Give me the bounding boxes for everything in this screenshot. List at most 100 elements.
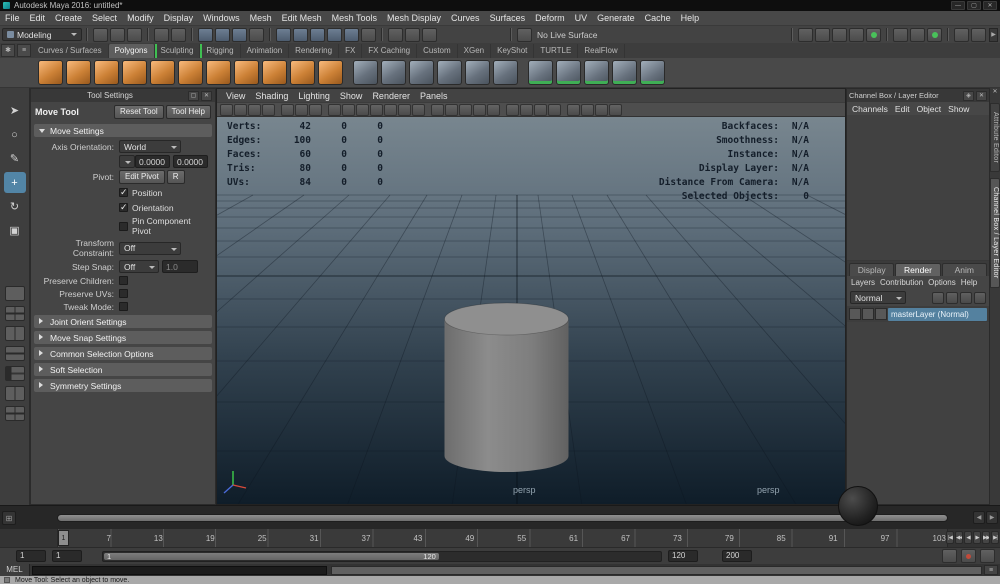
connect-icon[interactable] xyxy=(556,60,581,85)
redo-icon[interactable] xyxy=(171,28,186,42)
previous-key-button[interactable]: ◀◀ xyxy=(955,531,963,544)
safe-title-icon[interactable] xyxy=(412,104,425,116)
animation-preferences-icon[interactable] xyxy=(980,549,995,563)
menu-file[interactable]: File xyxy=(0,11,25,26)
layout-hypershade-persp-icon[interactable] xyxy=(5,406,25,421)
collapse-status-line-icon[interactable]: ▶ xyxy=(989,28,998,42)
poly-soccer-ball-icon[interactable] xyxy=(262,60,287,85)
menu-mesh-display[interactable]: Mesh Display xyxy=(382,11,446,26)
shelf-tab-polygons[interactable]: Polygons xyxy=(109,44,155,58)
position-checkbox[interactable] xyxy=(119,188,128,197)
open-render-view-icon[interactable] xyxy=(798,28,813,42)
viewport-menu-lighting[interactable]: Lighting xyxy=(293,91,335,101)
channel-box-layer-editor-tab[interactable]: Channel Box / Layer Editor xyxy=(990,178,1000,287)
axis-orientation-dropdown[interactable]: World xyxy=(119,140,181,153)
poly-cube-icon[interactable] xyxy=(66,60,91,85)
menu-edit[interactable]: Edit xyxy=(25,11,51,26)
character-set-icon[interactable] xyxy=(942,549,957,563)
shelf-tab-keyshot[interactable]: KeyShot xyxy=(491,44,534,58)
insert-edge-loop-icon[interactable] xyxy=(584,60,609,85)
help-menu[interactable]: Help xyxy=(961,278,977,287)
pin-icon[interactable]: ◈ xyxy=(963,91,974,101)
shadows-icon[interactable] xyxy=(487,104,500,116)
layer-visibility-icon[interactable] xyxy=(849,308,861,320)
layers-menu[interactable]: Layers xyxy=(851,278,875,287)
axis-x-field[interactable]: 0.0000 xyxy=(135,155,170,168)
lock-camera-icon[interactable] xyxy=(234,104,247,116)
highlight-selection-icon[interactable] xyxy=(249,28,264,42)
close-icon[interactable]: ✕ xyxy=(991,88,1000,97)
reset-tool-button[interactable]: Reset Tool xyxy=(114,105,164,119)
layout-two-stacked-icon[interactable] xyxy=(5,346,25,361)
layout-persp-outliner-icon[interactable] xyxy=(5,366,25,381)
soft-selection-section[interactable]: Soft Selection xyxy=(34,363,212,376)
shelf-tab-curves-surfaces[interactable]: Curves / Surfaces xyxy=(32,44,109,58)
lasso-tool-icon[interactable]: ○ xyxy=(4,124,26,145)
reset-pivot-button[interactable]: R xyxy=(167,170,185,184)
snap-curve-icon[interactable] xyxy=(293,28,308,42)
screen-space-ao-icon[interactable] xyxy=(506,104,519,116)
2d-pan-zoom-icon[interactable] xyxy=(295,104,308,116)
combine-icon[interactable] xyxy=(353,60,378,85)
menu-select[interactable]: Select xyxy=(87,11,122,26)
layout-four-view-icon[interactable] xyxy=(5,306,25,321)
next-key-button[interactable]: ▶▶ xyxy=(982,531,990,544)
empty-layer-icon[interactable] xyxy=(960,292,972,304)
sculpt-shelf-icon[interactable] xyxy=(954,28,969,42)
shelf-gear-icon[interactable]: ✱ xyxy=(1,44,15,57)
step-snap-dropdown[interactable]: Off xyxy=(119,260,159,273)
edit-pivot-button[interactable]: Edit Pivot xyxy=(119,170,165,184)
launch-hypershade-icon[interactable] xyxy=(866,28,881,42)
menu-uv[interactable]: UV xyxy=(570,11,593,26)
object-menu[interactable]: Object xyxy=(917,104,942,114)
image-plane-icon[interactable] xyxy=(281,104,294,116)
shelf-tab-custom[interactable]: Custom xyxy=(417,44,458,58)
select-camera-icon[interactable] xyxy=(220,104,233,116)
menu-generate[interactable]: Generate xyxy=(592,11,640,26)
xray-icon[interactable] xyxy=(581,104,594,116)
select-object-icon[interactable] xyxy=(215,28,230,42)
shelf-tab-fx[interactable]: FX xyxy=(339,44,362,58)
boolean-union-icon[interactable] xyxy=(437,60,462,85)
scroll-left-icon[interactable]: ◀ xyxy=(973,511,985,524)
exposure-icon[interactable] xyxy=(595,104,608,116)
film-gate-icon[interactable] xyxy=(342,104,355,116)
layer-name[interactable]: masterLayer (Normal) xyxy=(888,308,987,321)
go-to-start-button[interactable]: |◀ xyxy=(946,531,954,544)
paint-select-tool-icon[interactable]: ✎ xyxy=(4,148,26,169)
move-tool-icon[interactable]: + xyxy=(4,172,26,193)
playback-start-field[interactable]: 1 xyxy=(52,550,82,562)
close-icon[interactable]: ✕ xyxy=(976,91,987,101)
poly-super-shape-icon[interactable] xyxy=(318,60,343,85)
render-settings-icon[interactable] xyxy=(849,28,864,42)
render-layer-row[interactable]: masterLayer (Normal) xyxy=(847,306,989,322)
shaded-icon[interactable] xyxy=(445,104,458,116)
float-panel-icon[interactable]: ▢ xyxy=(188,91,199,101)
offset-edge-loop-icon[interactable] xyxy=(612,60,637,85)
poly-cylinder-icon[interactable] xyxy=(94,60,119,85)
bookmark-icon[interactable] xyxy=(262,104,275,116)
viewport-menu-panels[interactable]: Panels xyxy=(415,91,453,101)
poly-plane-icon[interactable] xyxy=(178,60,203,85)
layout-two-side-by-side-icon[interactable] xyxy=(5,326,25,341)
blend-mode-dropdown[interactable]: Normal xyxy=(850,291,906,304)
current-frame-marker[interactable]: 1 xyxy=(58,530,69,546)
contribution-menu[interactable]: Contribution xyxy=(880,278,923,287)
select-tool-icon[interactable]: ➤ xyxy=(4,100,26,121)
xgen-shelf-icon[interactable] xyxy=(971,28,986,42)
options-menu[interactable]: Options xyxy=(928,278,956,287)
resolution-gate-icon[interactable] xyxy=(356,104,369,116)
move-layer-down-icon[interactable] xyxy=(946,292,958,304)
move-layer-up-icon[interactable] xyxy=(932,292,944,304)
range-end-handle[interactable]: 120 xyxy=(423,553,436,560)
time-slider-track[interactable]: 1 7 13 19 25 31 37 43 49 55 61 67 73 79 … xyxy=(57,529,948,547)
move-settings-section[interactable]: Move Settings xyxy=(34,124,212,137)
grid-toggle-icon[interactable] xyxy=(328,104,341,116)
show-menu[interactable]: Show xyxy=(948,104,969,114)
menu-mesh-tools[interactable]: Mesh Tools xyxy=(327,11,382,26)
select-component-icon[interactable] xyxy=(232,28,247,42)
viewport-menu-renderer[interactable]: Renderer xyxy=(367,91,415,101)
channel-box-content[interactable] xyxy=(847,115,989,261)
playback-end-field[interactable]: 120 xyxy=(668,550,698,562)
shelf-tab-turtle[interactable]: TURTLE xyxy=(534,44,578,58)
